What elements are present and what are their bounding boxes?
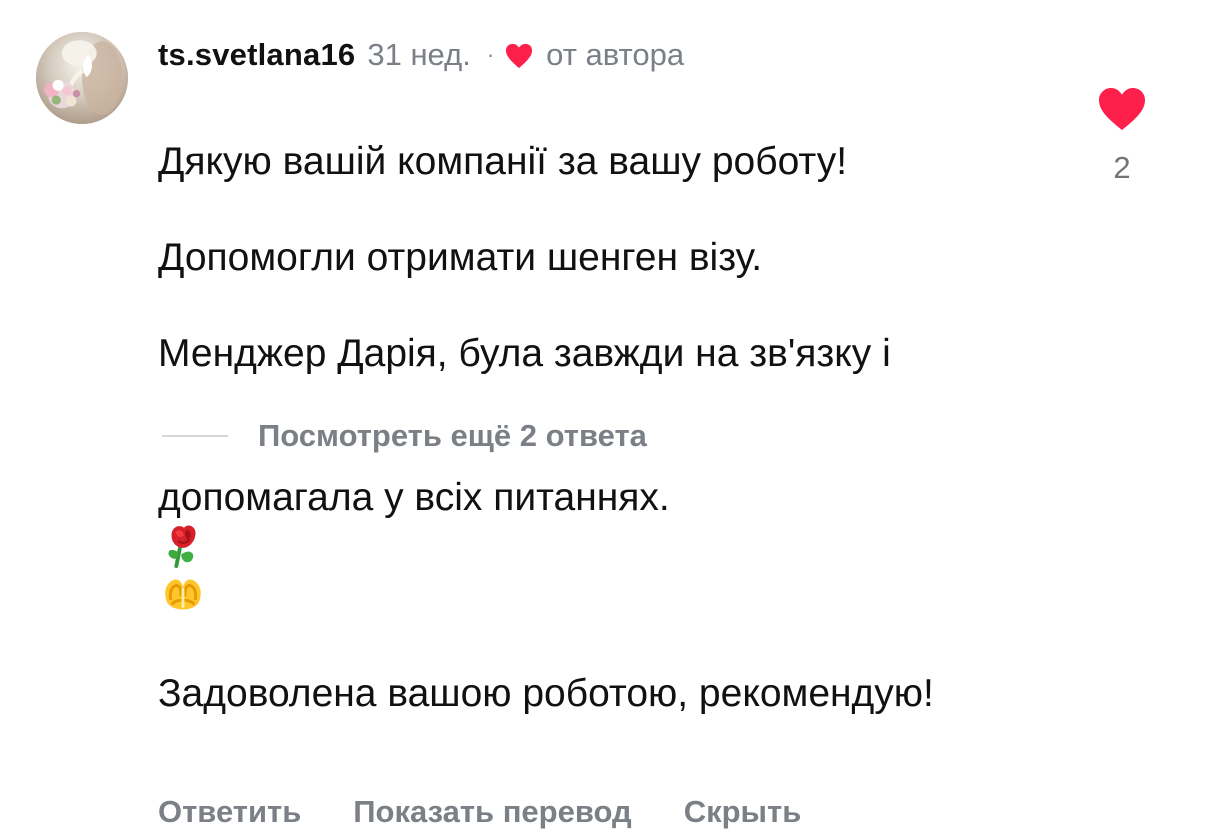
comment-line-1: Дякую вашій компанії за вашу роботу! <box>158 140 848 183</box>
reply-button[interactable]: Ответить <box>158 794 301 830</box>
rose-icon <box>168 525 196 568</box>
comment-line-3: Менджер Дарія, була завжди на зв'язку і <box>158 332 891 375</box>
replies-divider <box>162 435 228 437</box>
avatar[interactable] <box>36 32 128 124</box>
comment-meta: ts.svetlana16 31 нед. · от автора <box>158 28 1088 82</box>
view-replies[interactable]: Посмотреть ещё 2 ответа <box>162 418 647 454</box>
heart-hands-icon <box>165 579 201 610</box>
comment-line-4-text: допомагала у всіх питаннях. <box>158 476 670 519</box>
comment-line-5: Задоволена вашою роботою, рекомендую! <box>158 672 934 715</box>
separator-dot: · <box>486 42 495 67</box>
comment-time: 31 нед. <box>367 37 471 72</box>
comment-line-2: Допомогли отримати шенген візу. <box>158 236 763 279</box>
username[interactable]: ts.svetlana16 <box>158 37 355 73</box>
show-translation-button[interactable]: Показать перевод <box>353 794 631 830</box>
author-like-icon <box>506 43 533 69</box>
like-count: 2 <box>1113 150 1131 185</box>
like-heart-icon[interactable] <box>1096 86 1148 132</box>
author-label: от автора <box>546 37 685 72</box>
comment: ts.svetlana16 31 нед. · от автора Дякую … <box>36 28 1186 829</box>
comment-actions: Ответить Показать перевод Скрыть <box>158 794 1088 830</box>
comment-line-4: допомагала у всіх питаннях. <box>158 426 1078 622</box>
view-replies-label[interactable]: Посмотреть ещё 2 ответа <box>258 418 647 454</box>
like-column: 2 <box>1096 86 1148 186</box>
hide-button[interactable]: Скрыть <box>684 794 802 830</box>
